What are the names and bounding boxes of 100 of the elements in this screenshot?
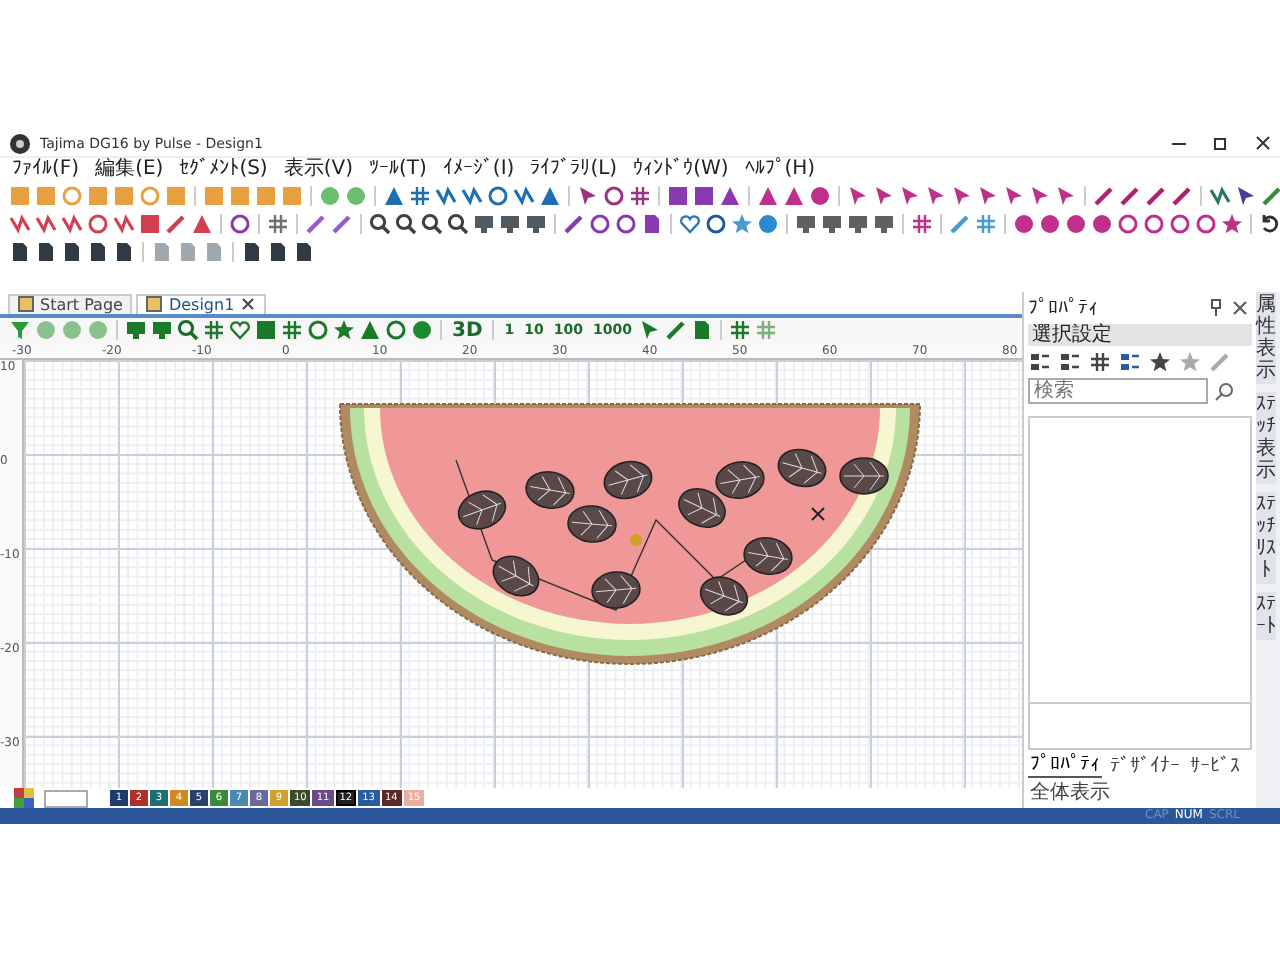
- circle-icon[interactable]: [1038, 212, 1062, 236]
- side-tab[interactable]: ｽﾃｯﾁ表示: [1256, 392, 1276, 484]
- cursor-icon[interactable]: [924, 184, 948, 208]
- cursor-icon[interactable]: [1234, 184, 1258, 208]
- ring-icon[interactable]: [306, 318, 330, 343]
- search-field[interactable]: 検索: [1028, 378, 1208, 404]
- circle-icon[interactable]: [756, 212, 780, 236]
- monitor-icon[interactable]: [846, 212, 870, 236]
- ring-icon[interactable]: [1142, 212, 1166, 236]
- menu-item[interactable]: 表示(V): [283, 158, 353, 182]
- panel-tab[interactable]: 全体表示: [1028, 778, 1112, 806]
- monitor-icon[interactable]: [150, 318, 174, 343]
- cursor-icon[interactable]: [1028, 184, 1052, 208]
- pen-icon[interactable]: [1260, 184, 1280, 208]
- side-tab[interactable]: 属性表示: [1256, 292, 1276, 384]
- circle-icon[interactable]: [1064, 212, 1088, 236]
- grid-icon[interactable]: [628, 184, 652, 208]
- monitor-icon[interactable]: [820, 212, 844, 236]
- sort-icon[interactable]: [1058, 350, 1082, 374]
- monitor-icon[interactable]: [124, 318, 148, 343]
- menu-item[interactable]: ﾂｰﾙ(T): [369, 158, 427, 182]
- magnifier-icon[interactable]: [446, 212, 470, 236]
- cursor-icon[interactable]: [638, 318, 662, 343]
- zigzag-icon[interactable]: [1208, 184, 1232, 208]
- menu-item[interactable]: ｳｨﾝﾄﾞｳ(W): [633, 158, 729, 182]
- sort-icon[interactable]: [1028, 350, 1052, 374]
- menu-item[interactable]: ﾌｧｲﾙ(F): [12, 158, 80, 182]
- ring-icon[interactable]: [228, 212, 252, 236]
- circle-icon[interactable]: [1090, 212, 1114, 236]
- undo-icon[interactable]: [1258, 212, 1280, 236]
- magnifier-icon[interactable]: [394, 212, 418, 236]
- restore-icon[interactable]: [1212, 134, 1230, 152]
- magnifier-icon[interactable]: [176, 318, 200, 343]
- close-icon[interactable]: [240, 296, 257, 313]
- grid-icon[interactable]: [266, 212, 290, 236]
- magnifier-icon[interactable]: [368, 212, 392, 236]
- star-icon[interactable]: [332, 318, 356, 343]
- pen-icon[interactable]: [1092, 184, 1116, 208]
- monitor-icon[interactable]: [794, 212, 818, 236]
- grid-icon[interactable]: [280, 318, 304, 343]
- ring-icon[interactable]: [588, 212, 612, 236]
- monitor-icon[interactable]: [524, 212, 548, 236]
- cursor-icon[interactable]: [976, 184, 1000, 208]
- magnifier-icon[interactable]: [420, 212, 444, 236]
- cursor-icon[interactable]: [950, 184, 974, 208]
- zigzag-icon[interactable]: [34, 212, 58, 236]
- monitor-icon[interactable]: [872, 212, 896, 236]
- pen-icon[interactable]: [948, 212, 972, 236]
- triangle-icon[interactable]: [756, 184, 780, 208]
- pen-icon[interactable]: [164, 212, 188, 236]
- menu-item[interactable]: ﾍﾙﾌﾟ(H): [744, 158, 816, 182]
- monitor-icon[interactable]: [472, 212, 496, 236]
- panel-tab[interactable]: ﾌﾟﾛﾊﾟﾃｨ: [1028, 752, 1102, 778]
- triangle-icon[interactable]: [718, 184, 742, 208]
- document-tab[interactable]: Design1: [136, 293, 267, 314]
- ring-icon[interactable]: [86, 212, 110, 236]
- menu-item[interactable]: ﾗｲﾌﾞﾗﾘ(L): [530, 158, 618, 182]
- cursor-icon[interactable]: [1002, 184, 1026, 208]
- star-icon[interactable]: [1148, 350, 1172, 374]
- grid-icon[interactable]: [910, 212, 934, 236]
- square-icon[interactable]: [138, 212, 162, 236]
- funnel-icon[interactable]: [8, 318, 32, 343]
- monitor-icon[interactable]: [498, 212, 522, 236]
- close-icon[interactable]: [1228, 296, 1252, 320]
- triangle-icon[interactable]: [382, 184, 406, 208]
- menu-item[interactable]: ｾｸﾞﾒﾝﾄ(S): [179, 158, 268, 182]
- grid-icon[interactable]: [1088, 350, 1112, 374]
- grid-icon[interactable]: [408, 184, 432, 208]
- palette-icon[interactable]: [12, 786, 36, 810]
- triangle-icon[interactable]: [538, 184, 562, 208]
- star-icon[interactable]: [1220, 212, 1244, 236]
- zigzag-icon[interactable]: [60, 212, 84, 236]
- star-icon[interactable]: [730, 212, 754, 236]
- ring-icon[interactable]: [614, 212, 638, 236]
- cursor-icon[interactable]: [576, 184, 600, 208]
- side-tab[interactable]: ｽﾃｯﾁﾘｽﾄ: [1256, 492, 1276, 584]
- zigzag-icon[interactable]: [434, 184, 458, 208]
- cursor-icon[interactable]: [1054, 184, 1078, 208]
- side-tab[interactable]: ｽﾃｰﾄ: [1256, 592, 1276, 640]
- triangle-icon[interactable]: [190, 212, 214, 236]
- pen-icon[interactable]: [330, 212, 354, 236]
- ring-icon[interactable]: [1116, 212, 1140, 236]
- circle-icon[interactable]: [410, 318, 434, 343]
- grid-icon[interactable]: [202, 318, 226, 343]
- heart-icon[interactable]: [678, 212, 702, 236]
- star-icon[interactable]: [1178, 350, 1202, 374]
- cursor-icon[interactable]: [898, 184, 922, 208]
- pen-icon[interactable]: [1144, 184, 1168, 208]
- pen-icon[interactable]: [1170, 184, 1194, 208]
- ring-icon[interactable]: [1168, 212, 1192, 236]
- close-icon[interactable]: [1254, 134, 1272, 152]
- zigzag-icon[interactable]: [460, 184, 484, 208]
- 3d-view-button[interactable]: 3D: [448, 319, 487, 342]
- cursor-icon[interactable]: [872, 184, 896, 208]
- pen-icon[interactable]: [664, 318, 688, 343]
- zigzag-icon[interactable]: [512, 184, 536, 208]
- pen-icon[interactable]: [562, 212, 586, 236]
- menu-item[interactable]: 編集(E): [95, 158, 164, 182]
- document-tab[interactable]: Start Page: [8, 293, 133, 314]
- triangle-icon[interactable]: [358, 318, 382, 343]
